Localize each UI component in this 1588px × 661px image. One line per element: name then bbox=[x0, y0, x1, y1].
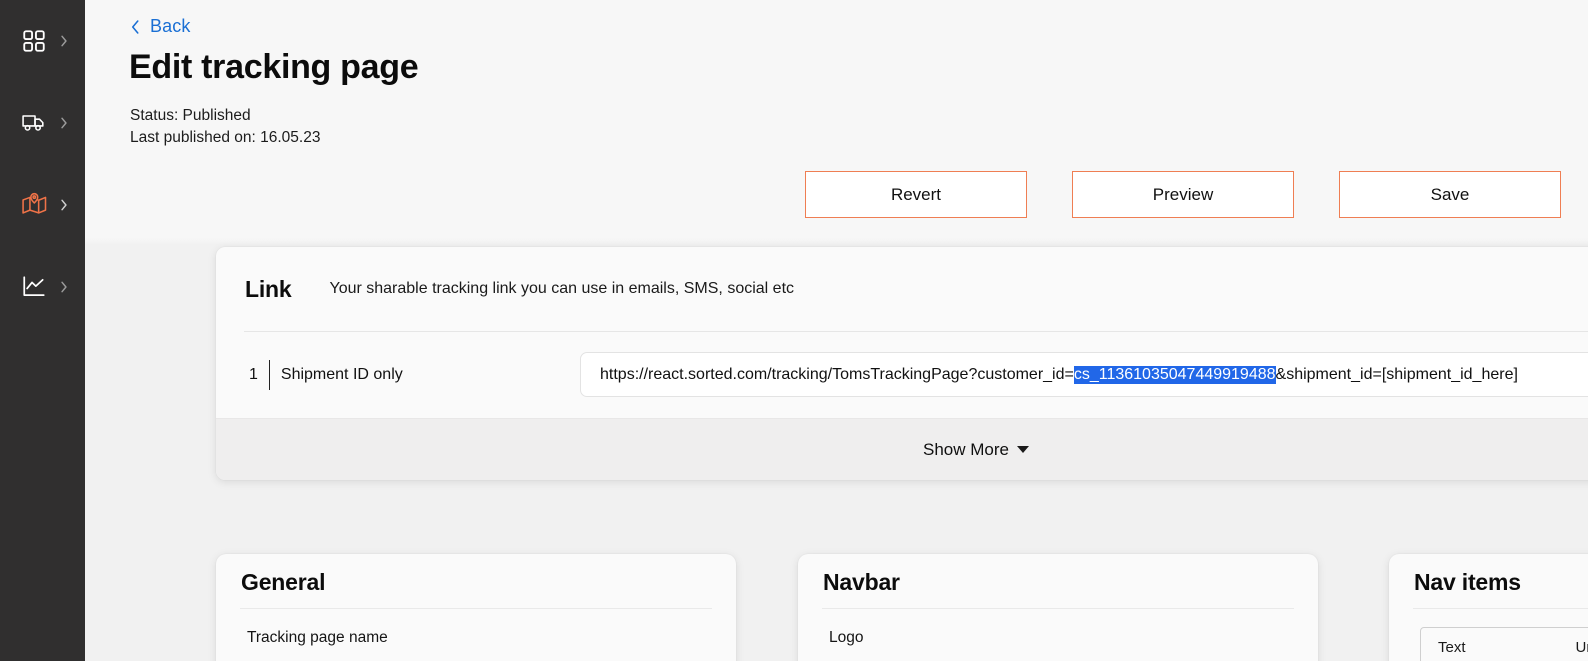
url-selected-text: cs_11361035047449919488 bbox=[1073, 365, 1276, 384]
link-row-label: Shipment ID only bbox=[280, 366, 403, 383]
tracking-url-input[interactable]: https://react.sorted.com/tracking/TomsTr… bbox=[580, 352, 1588, 397]
show-more-button[interactable]: Show More bbox=[923, 440, 1029, 460]
back-label: Back bbox=[150, 16, 191, 36]
panel-divider bbox=[1413, 608, 1588, 609]
map-pin-icon bbox=[21, 192, 47, 218]
link-row-separator bbox=[268, 360, 270, 390]
nav-items-table[interactable]: Text Url bbox=[1420, 627, 1588, 661]
sidebar-item-dashboard[interactable] bbox=[0, 0, 85, 82]
sidebar-item-shipments[interactable] bbox=[0, 82, 85, 164]
sidebar bbox=[0, 0, 85, 661]
preview-button[interactable]: Preview bbox=[1072, 171, 1294, 218]
action-buttons: Revert Preview Save bbox=[805, 171, 1561, 218]
chevron-right-icon bbox=[59, 34, 69, 48]
tracking-page-name-label: Tracking page name bbox=[247, 629, 388, 646]
line-chart-icon bbox=[21, 274, 47, 300]
show-more-label: Show More bbox=[923, 439, 1009, 459]
link-card-subtitle: Your sharable tracking link you can use … bbox=[329, 280, 795, 297]
back-link[interactable]: Back bbox=[130, 16, 190, 37]
app-root: Back Edit tracking page Status: Publishe… bbox=[0, 0, 1588, 661]
main-content: Back Edit tracking page Status: Publishe… bbox=[85, 0, 1588, 661]
general-panel: General Tracking page name bbox=[216, 554, 736, 661]
caret-down-icon bbox=[1016, 446, 1029, 453]
truck-delivery-icon bbox=[21, 110, 47, 136]
save-button[interactable]: Save bbox=[1339, 171, 1561, 218]
chevron-right-icon bbox=[59, 198, 69, 212]
chevron-left-icon bbox=[130, 18, 141, 36]
sidebar-item-analytics[interactable] bbox=[0, 246, 85, 328]
column-header-text: Text bbox=[1438, 639, 1466, 656]
link-row-index: 1 bbox=[249, 366, 258, 383]
chevron-right-icon bbox=[59, 116, 69, 130]
logo-label: Logo bbox=[829, 629, 864, 646]
revert-button[interactable]: Revert bbox=[805, 171, 1027, 218]
link-card: Link Your sharable tracking link you can… bbox=[216, 247, 1588, 480]
link-card-header: Link Your sharable tracking link you can… bbox=[216, 247, 1588, 331]
url-prefix: https://react.sorted.com/tracking/TomsTr… bbox=[600, 365, 1074, 383]
link-card-footer: Show More bbox=[216, 418, 1588, 480]
nav-items-panel-title: Nav items bbox=[1414, 569, 1521, 595]
chevron-right-icon bbox=[59, 280, 69, 294]
navbar-panel-title: Navbar bbox=[823, 569, 900, 595]
last-published-text: Last published on: 16.05.23 bbox=[130, 129, 321, 146]
nav-items-table-header: Text Url bbox=[1421, 628, 1588, 656]
link-card-title: Link bbox=[245, 275, 292, 302]
nav-items-panel: Nav items Text Url bbox=[1389, 554, 1588, 661]
page-title: Edit tracking page bbox=[129, 48, 419, 86]
column-header-url: Url bbox=[1575, 639, 1588, 656]
navbar-panel: Navbar Logo bbox=[798, 554, 1318, 661]
grid-dashboard-icon bbox=[21, 28, 47, 54]
url-suffix: &shipment_id=[shipment_id_here] bbox=[1275, 365, 1518, 383]
link-row: 1 Shipment ID only https://react.sorted.… bbox=[216, 332, 1588, 418]
page-meta: Status: Published Last published on: 16.… bbox=[130, 105, 320, 149]
general-panel-title: General bbox=[241, 569, 326, 595]
status-text: Status: Published bbox=[130, 107, 251, 124]
sidebar-item-tracking-pages[interactable] bbox=[0, 164, 85, 246]
